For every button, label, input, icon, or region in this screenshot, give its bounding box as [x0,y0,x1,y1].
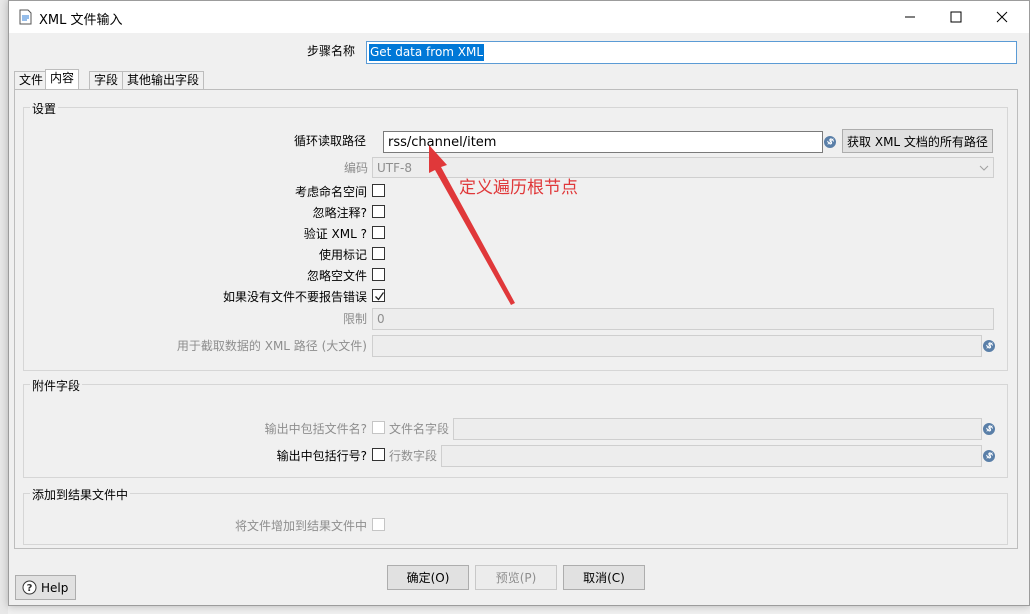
ignore-comments-label: 忽略注释? [312,206,367,220]
file-icon [19,9,32,25]
rownum-field-label: 行数字段 [389,449,438,463]
tab-other-output-fields[interactable]: 其他输出字段 [122,71,205,89]
ignore-comments-checkbox[interactable] [372,205,385,218]
namespace-checkbox[interactable] [372,184,385,197]
loop-path-label: 循环读取路径 [294,134,367,148]
tab-file[interactable]: 文件 [14,71,49,89]
tab-content[interactable]: 内容 [45,69,80,90]
encoding-value: UTF-8 [377,161,412,175]
add-files-to-result-label: 将文件增加到结果文件中 [234,519,367,533]
filename-field-label: 文件名字段 [389,422,450,436]
use-token-label: 使用标记 [318,248,367,262]
include-rownum-checkbox[interactable] [372,448,385,461]
help-icon: ? [22,580,37,595]
ignore-empty-file-checkbox[interactable] [372,268,385,281]
prune-path-label: 用于截取数据的 XML 路径 (大文件) [176,339,367,353]
background-app-left-edge [0,0,8,614]
ok-button[interactable]: 确定(O) [387,565,469,590]
get-xml-paths-button[interactable]: 获取 XML 文档的所有路径 [842,129,993,153]
help-button[interactable]: ? Help [15,575,76,600]
limit-label: 限制 [342,312,367,326]
checkmark-icon [375,292,385,301]
include-filename-checkbox [372,421,385,434]
filename-field-input [453,418,982,440]
prune-path-input [372,335,982,357]
preview-button: 预览(P) [475,565,557,590]
rownum-field-input [441,445,982,467]
chevron-down-icon [979,165,989,171]
encoding-label: 编码 [344,161,369,175]
no-error-if-no-file-checkbox[interactable] [372,289,385,302]
add-files-to-result-checkbox [372,518,385,531]
no-error-if-no-file-label: 如果没有文件不要报告错误 [222,290,367,304]
window-title: XML 文件输入 [39,13,123,28]
maximize-icon [950,11,962,23]
close-icon [996,11,1008,23]
maximize-button[interactable] [933,1,979,33]
help-label: Help [41,580,69,595]
validate-xml-checkbox[interactable] [372,226,385,239]
additional-fields-group-title: 附件字段 [30,377,83,394]
minimize-icon [905,16,915,18]
title-bar: XML 文件输入 [9,1,1029,33]
step-name-input[interactable]: Get data from XML [366,41,1017,64]
svg-text:?: ? [27,583,33,594]
settings-group-title: 设置 [30,100,59,117]
xml-input-dialog: XML 文件输入 步骤名称 Get data from XML 文件 内容 字段… [8,0,1030,606]
include-rownum-label: 输出中包括行号? [276,449,367,463]
limit-input [372,308,994,330]
step-name-label: 步骤名称 [307,44,356,58]
tab-fields[interactable]: 字段 [89,71,124,89]
include-filename-label: 输出中包括文件名? [264,422,367,436]
close-button[interactable] [979,1,1025,33]
validate-xml-label: 验证 XML ? [303,227,367,241]
ignore-empty-file-label: 忽略空文件 [306,269,367,283]
result-files-group-title: 添加到结果文件中 [30,486,131,503]
step-name-value: Get data from XML [369,44,485,61]
use-token-checkbox[interactable] [372,247,385,260]
annotation-arrow [429,145,515,305]
namespace-label: 考虑命名空间 [294,185,367,199]
cancel-button[interactable]: 取消(C) [563,565,645,590]
minimize-button[interactable] [887,1,933,33]
